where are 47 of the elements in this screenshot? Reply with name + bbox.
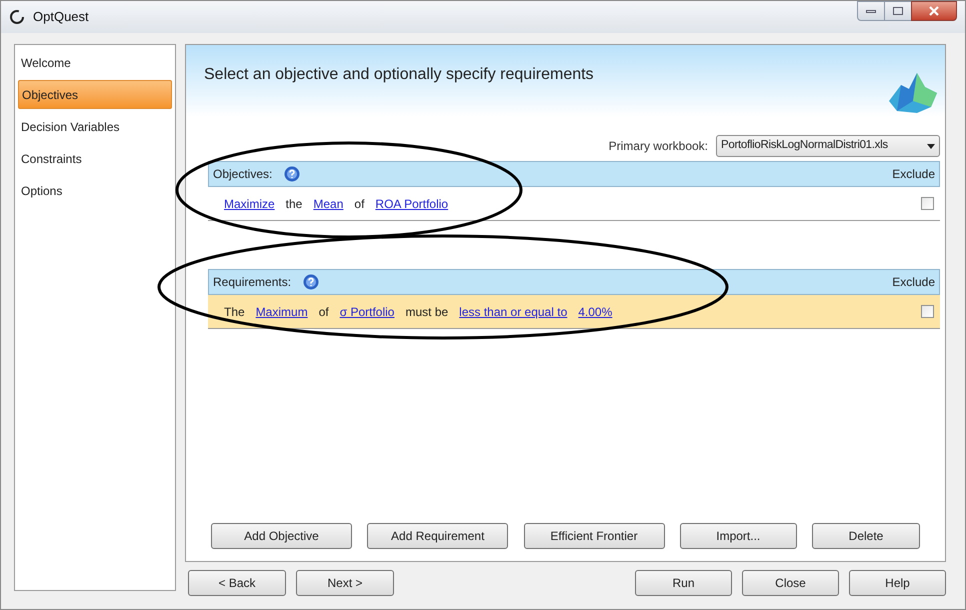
criterion-text: of — [354, 196, 364, 212]
dialog-button[interactable]: Add Objective — [211, 523, 352, 549]
criterion-link[interactable]: Maximum — [256, 302, 308, 320]
workbook-label: Primary workbook: — [608, 138, 708, 155]
criterion-text: the — [286, 196, 302, 212]
sidebar-item[interactable]: Welcome — [18, 48, 172, 77]
dialog-button[interactable]: Run — [635, 570, 732, 596]
dialog-button[interactable]: < Back — [188, 570, 286, 596]
dialog-button[interactable]: Efficient Frontier — [524, 523, 664, 549]
dropdown-caret-icon — [927, 144, 935, 148]
terrain-logo-icon — [887, 71, 939, 115]
help-icon[interactable] — [284, 166, 300, 182]
criterion-link[interactable]: Mean — [313, 194, 344, 212]
dialog-button[interactable]: Next > — [296, 570, 394, 596]
section-heading: Requirements: — [213, 274, 292, 291]
page-heading: Select an objective and optionally specify requirements — [204, 65, 594, 85]
help-icon[interactable] — [303, 274, 320, 290]
dialog-button[interactable]: Add Requirement — [367, 523, 508, 549]
sidebar-item[interactable]: Decision Variables — [18, 112, 172, 141]
window-title: OptQuest — [33, 8, 89, 26]
criterion-link[interactable]: ROA Portfolio — [375, 194, 448, 212]
maximize-button[interactable] — [885, 1, 911, 21]
sidebar-item[interactable]: Options — [18, 176, 172, 205]
app-icon — [9, 9, 25, 25]
section-heading: Objectives: — [213, 166, 272, 183]
dialog-button[interactable]: Import... — [680, 523, 797, 549]
criterion-link[interactable]: σ Portfolio — [340, 302, 394, 320]
criterion-text: of — [318, 304, 329, 320]
exclude-column-label: Exclude — [892, 166, 935, 183]
workbook-dropdown[interactable]: PortoflioRiskLogNormalDistri01.xls — [716, 135, 940, 157]
exclude-checkbox[interactable] — [921, 197, 934, 210]
criterion-link[interactable]: Maximize — [224, 194, 275, 212]
criterion-link[interactable]: less than or equal to — [459, 302, 568, 320]
exclude-column-label: Exclude — [892, 274, 935, 291]
dialog-button[interactable]: Close — [742, 570, 839, 596]
close-button[interactable] — [911, 1, 957, 21]
criterion-text: must be — [405, 304, 448, 320]
criterion-row[interactable]: The Maximum of σ Portfolio must be less than or equal to 4.00% — [208, 295, 940, 329]
exclude-checkbox[interactable] — [921, 305, 934, 318]
criterion-text: The — [224, 304, 245, 320]
close-icon — [929, 6, 939, 16]
dialog-button[interactable]: Delete — [812, 523, 920, 549]
sidebar-item[interactable]: Objectives — [18, 80, 172, 109]
minimize-button[interactable] — [857, 1, 885, 21]
sidebar-item[interactable]: Constraints — [18, 144, 172, 173]
dialog-button[interactable]: Help — [849, 570, 946, 596]
criterion-link[interactable]: 4.00% — [578, 302, 612, 320]
